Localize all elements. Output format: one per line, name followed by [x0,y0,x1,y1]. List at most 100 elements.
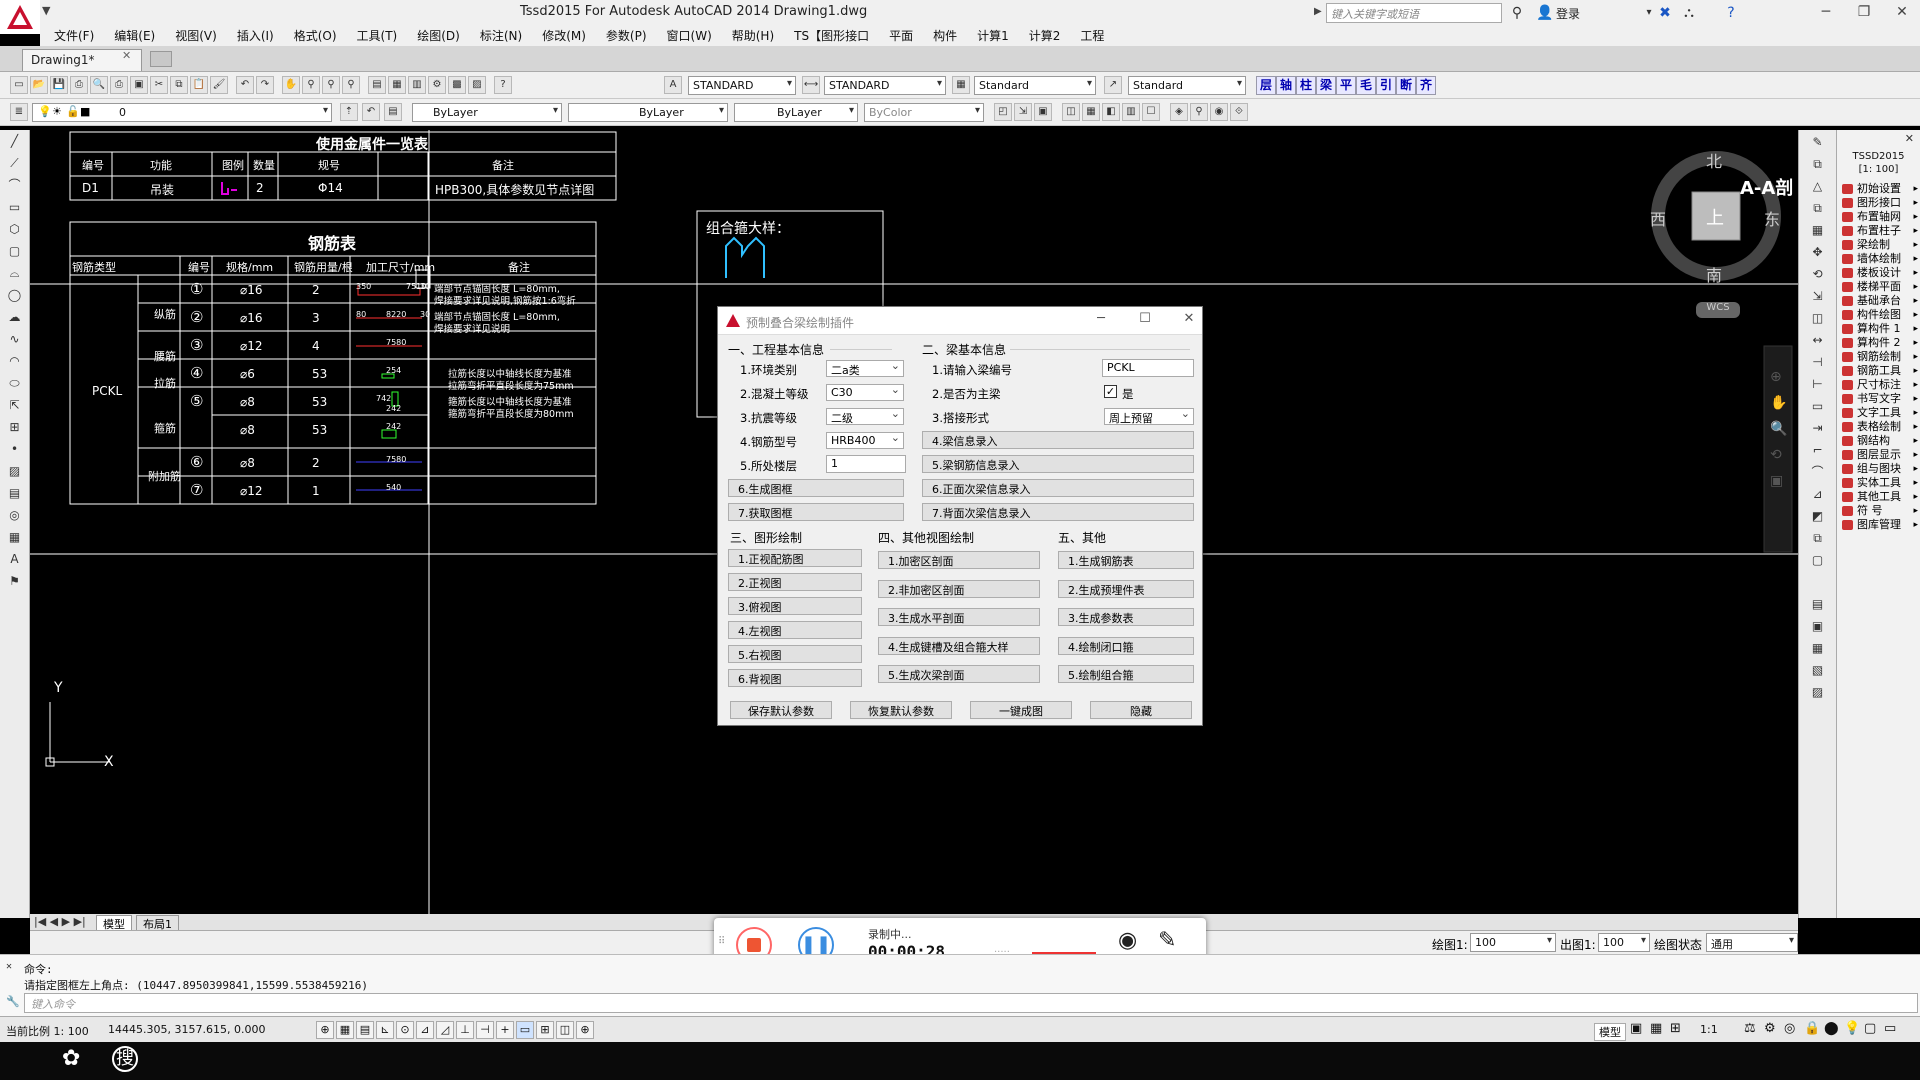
menu-item-5[interactable]: 工具(T) [357,27,398,44]
tssd-item-8[interactable]: 基础承台 [1837,294,1920,308]
ts-button-1[interactable]: 轴 [1276,76,1296,95]
right-tool-13-icon[interactable]: ⇥ [1803,418,1832,438]
menu-item-9[interactable]: 参数(P) [606,27,647,44]
viewcube-north[interactable]: 北 [1706,148,1722,172]
sec1-button-0[interactable]: 6.生成图框 [728,479,904,497]
viewcube-top-face[interactable]: 上 [1706,204,1724,230]
status-toggle-12-icon[interactable]: ◫ [556,1021,574,1039]
open-icon[interactable]: 📂 [30,76,48,94]
sec1-select-1[interactable]: C30 [826,383,904,401]
menu-item-0[interactable]: 文件(F) [54,27,94,44]
pan-icon[interactable]: ✋ [282,76,300,94]
right-tool-25-icon[interactable]: ▨ [1803,682,1832,702]
floor-input[interactable]: 1 [826,455,906,473]
status-tray-6-icon[interactable]: ▢ [1864,1021,1876,1036]
status-toggle-13-icon[interactable]: ⊕ [576,1021,594,1039]
sec3-button-3[interactable]: 4.左视图 [728,621,862,639]
dialog-minimize-button[interactable]: ─ [1086,311,1116,326]
sec1-select-0[interactable]: 二a类 [826,359,904,377]
out-scale-select[interactable]: 100 [1598,933,1650,952]
footer-button-3[interactable]: 隐藏 [1090,701,1192,719]
navigation-bar-icons[interactable]: ⊕ ✋ 🔍 ⟲ ▣ [1770,364,1787,494]
tssd-item-24[interactable]: 图库管理 [1837,518,1920,532]
layer-state-3-icon[interactable]: ■ [80,105,90,118]
toolbar2-tool-1-icon[interactable]: ⇲ [1014,103,1032,121]
right-tool-22-icon[interactable]: ▣ [1803,616,1832,636]
toolbar2-tool-7-icon[interactable]: ☐ [1142,103,1160,121]
tab-close-icon[interactable]: ✕ [122,49,131,62]
annotation-scale[interactable]: 1:1 [1700,1023,1718,1036]
status-view-2-icon[interactable]: ⊞ [1670,1021,1681,1036]
color-select[interactable]: ByLayer [412,103,562,122]
new-tab-button[interactable] [150,51,172,67]
sec5-button-1[interactable]: 2.生成预埋件表 [1058,579,1194,598]
user-icon[interactable]: 👤 [1536,4,1554,22]
left-tool-6-icon[interactable]: ⌓ [3,263,26,284]
left-tool-0-icon[interactable]: ╱ [3,131,26,152]
right-tool-11-icon[interactable]: ⊢ [1803,374,1832,394]
right-tool-19-icon[interactable]: ▢ [1803,550,1832,570]
plot-icon[interactable]: ⎙ [70,76,88,94]
menu-item-2[interactable]: 视图(V) [175,27,217,44]
status-tray-2-icon[interactable]: ◎ [1784,1021,1795,1036]
right-tool-17-icon[interactable]: ◩ [1803,506,1832,526]
exchange-icon[interactable]: ✖ [1656,4,1674,22]
left-tool-3-icon[interactable]: ▭ [3,197,26,218]
taskbar-app-icon[interactable]: ✿ [62,1046,80,1071]
status-tray-1-icon[interactable]: ⚙ [1764,1021,1776,1036]
search-input[interactable]: 键入关键字或短语 [1326,3,1502,23]
tssd-item-20[interactable]: 组与图块 [1837,462,1920,476]
left-tool-2-icon[interactable]: ⌒ [3,175,26,196]
zoom-realtime-icon[interactable]: ⚲ [302,76,320,94]
text-style-icon[interactable]: A [664,76,682,94]
tssd-item-3[interactable]: 布置柱子 [1837,224,1920,238]
left-tool-15-icon[interactable]: ▨ [3,461,26,482]
tssd-item-14[interactable]: 尺寸标注 [1837,378,1920,392]
tssd-item-12[interactable]: 钢筋绘制 [1837,350,1920,364]
sec3-button-1[interactable]: 2.正视图 [728,573,862,591]
ts-button-6[interactable]: 引 [1376,76,1396,95]
wcs-button[interactable]: WCS [1696,302,1740,318]
toolbar2-tool-11-icon[interactable]: ⟐ [1230,103,1248,121]
tssd-item-22[interactable]: 其他工具 [1837,490,1920,504]
sec4-button-1[interactable]: 2.非加密区剖面 [878,579,1040,598]
left-tool-19-icon[interactable]: A [3,549,26,570]
sec2-button-0[interactable]: 4.梁信息录入 [922,431,1194,449]
webcam-icon[interactable]: ◉ [1118,928,1137,953]
menu-item-3[interactable]: 插入(I) [237,27,274,44]
status-toggle-2-icon[interactable]: ▤ [356,1021,374,1039]
toolbar2-tool-8-icon[interactable]: ◈ [1170,103,1188,121]
draw-state-select[interactable]: 通用 [1706,933,1798,952]
layer-state-0-icon[interactable]: 💡 [38,105,52,118]
menu-item-14[interactable]: 构件 [933,27,957,44]
left-tool-5-icon[interactable]: ▢ [3,241,26,262]
status-toggle-9-icon[interactable]: + [496,1021,514,1039]
viewcube-west[interactable]: 西 [1650,206,1666,230]
menu-item-15[interactable]: 计算1 [977,27,1009,44]
dialog-close-button[interactable]: ✕ [1174,311,1204,326]
autocad-logo-icon[interactable] [0,0,40,34]
right-tool-1-icon[interactable]: ⧉ [1803,154,1832,174]
plotstyle-select[interactable]: ByColor [864,103,984,122]
status-toggle-8-icon[interactable]: ⊣ [476,1021,494,1039]
tssd-item-2[interactable]: 布置轴网 [1837,210,1920,224]
right-tool-9-icon[interactable]: ↔ [1803,330,1832,350]
menu-item-6[interactable]: 绘图(D) [417,27,460,44]
left-tool-12-icon[interactable]: ⇱ [3,395,26,416]
tssd-item-18[interactable]: 钢结构 [1837,434,1920,448]
toolbar2-tool-5-icon[interactable]: ◧ [1102,103,1120,121]
new-icon[interactable]: ▭ [10,76,28,94]
zoom-previous-icon[interactable]: ⚲ [342,76,360,94]
sec3-button-0[interactable]: 1.正视配筋图 [728,549,862,567]
layer-state-2-icon[interactable]: 🔓 [66,105,80,118]
sec1-button-1[interactable]: 7.获取图框 [728,503,904,521]
tssd-item-6[interactable]: 楼板设计 [1837,266,1920,280]
tssd-item-23[interactable]: 符 号 [1837,504,1920,518]
tssd-item-5[interactable]: 墙体绘制 [1837,252,1920,266]
matchprop-icon[interactable]: 🖌 [210,76,228,94]
menu-item-7[interactable]: 标注(N) [480,27,522,44]
tssd-item-1[interactable]: 图形接口 [1837,196,1920,210]
tssd-item-9[interactable]: 构件绘图 [1837,308,1920,322]
menu-item-17[interactable]: 工程 [1080,27,1104,44]
right-tool-7-icon[interactable]: ⇲ [1803,286,1832,306]
